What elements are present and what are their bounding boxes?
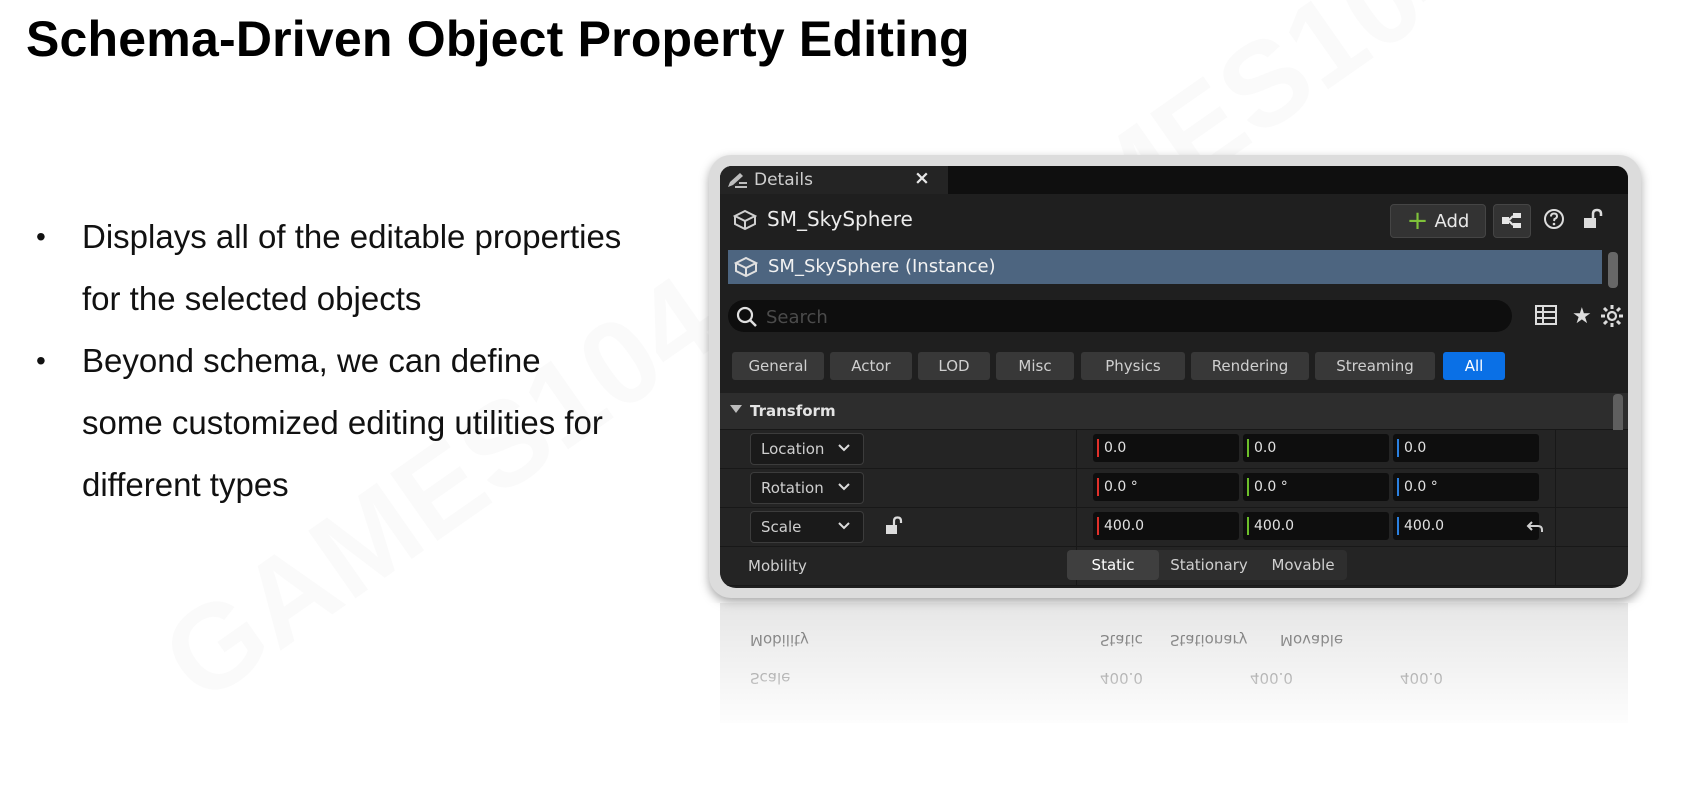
- plus-icon: +: [1406, 206, 1429, 236]
- dropdown-label: Scale: [761, 518, 802, 536]
- filter-misc[interactable]: Misc: [996, 352, 1074, 380]
- search-field[interactable]: [728, 300, 1512, 332]
- filter-streaming[interactable]: Streaming: [1315, 352, 1435, 380]
- bullet-text: for the selected objects: [82, 280, 422, 317]
- filter-all[interactable]: All: [1443, 352, 1505, 380]
- search-input[interactable]: [764, 303, 1498, 331]
- instance-label: SM_SkySphere (Instance): [768, 256, 996, 277]
- collapse-arrow-icon: [730, 405, 742, 413]
- scale-y-field[interactable]: 400.0: [1243, 512, 1389, 540]
- scale-x-field[interactable]: 400.0: [1093, 512, 1239, 540]
- bullet-text: different types: [82, 466, 289, 503]
- reset-arrow-icon[interactable]: [1526, 520, 1544, 534]
- chevron-down-icon: [838, 522, 850, 530]
- rotation-z-field[interactable]: 0.0 °: [1393, 473, 1539, 501]
- reflection-fade: [700, 603, 1660, 733]
- filter-rendering[interactable]: Rendering: [1191, 352, 1309, 380]
- add-button[interactable]: + Add: [1390, 204, 1486, 238]
- static-mesh-icon: [733, 209, 757, 231]
- filter-physics[interactable]: Physics: [1081, 352, 1185, 380]
- value-text: 0.0: [1254, 440, 1277, 456]
- bullet-dot: •: [36, 221, 46, 252]
- gear-icon[interactable]: [1600, 304, 1624, 328]
- bullet-item-1-cont: for the selected objects: [36, 268, 676, 330]
- scale-z-field[interactable]: 400.0: [1393, 512, 1539, 540]
- location-dropdown[interactable]: Location: [750, 433, 864, 465]
- value-text: 400.0: [1404, 518, 1445, 534]
- value-text: 0.0 °: [1254, 479, 1288, 495]
- value-text: 400.0: [1254, 518, 1295, 534]
- mobility-segmented-control: Static Stationary Movable: [1067, 550, 1347, 580]
- bullet-item-2-cont2: different types: [36, 454, 676, 516]
- filter-lod[interactable]: LOD: [918, 352, 990, 380]
- details-panel: Details × SM_SkySphere + Add SM_SkySpher…: [720, 166, 1628, 588]
- close-icon[interactable]: ×: [914, 167, 930, 189]
- static-mesh-icon: [734, 256, 758, 278]
- star-icon[interactable]: ★: [1572, 304, 1592, 329]
- rotation-x-field[interactable]: 0.0 °: [1093, 473, 1239, 501]
- chevron-down-icon: [838, 483, 850, 491]
- unlock-icon[interactable]: [884, 516, 906, 536]
- dropdown-label: Rotation: [761, 479, 824, 497]
- table-view-icon[interactable]: [1535, 305, 1557, 325]
- value-text: 0.0 °: [1404, 479, 1438, 495]
- section-label: Transform: [750, 402, 836, 420]
- bullet-item-1: • Displays all of the editable propertie…: [36, 206, 676, 268]
- value-text: 400.0: [1104, 518, 1145, 534]
- property-row-mobility: Mobility Static Stationary Movable: [720, 547, 1628, 586]
- add-label: Add: [1434, 210, 1470, 232]
- location-y-field[interactable]: 0.0: [1243, 434, 1389, 462]
- object-header: SM_SkySphere + Add: [720, 194, 1628, 246]
- bullet-item-2: • Beyond schema, we can define: [36, 330, 676, 392]
- mobility-label: Mobility: [748, 557, 807, 575]
- bullet-dot: •: [36, 345, 46, 376]
- mobility-option-stationary[interactable]: Stationary: [1159, 550, 1259, 580]
- dropdown-label: Location: [761, 440, 825, 458]
- filter-actor[interactable]: Actor: [830, 352, 912, 380]
- value-text: 0.0 °: [1104, 479, 1138, 495]
- tab-details[interactable]: Details ×: [720, 166, 948, 194]
- rotation-y-field[interactable]: 0.0 °: [1243, 473, 1389, 501]
- mobility-option-movable[interactable]: Movable: [1259, 550, 1347, 580]
- mobility-option-static[interactable]: Static: [1067, 550, 1159, 580]
- unlock-icon[interactable]: [1582, 208, 1606, 230]
- bullet-item-2-cont: some customized editing utilities for: [36, 392, 676, 454]
- location-z-field[interactable]: 0.0: [1393, 434, 1539, 462]
- property-row-location: Location 0.0 0.0 0.0: [720, 430, 1628, 469]
- chevron-down-icon: [838, 444, 850, 452]
- blueprint-icon: [1502, 213, 1521, 228]
- tab-strip: Details ×: [720, 166, 1628, 194]
- blueprint-button[interactable]: [1493, 204, 1531, 238]
- search-icon: [736, 306, 757, 327]
- scale-dropdown[interactable]: Scale: [750, 511, 864, 543]
- value-text: 0.0: [1104, 440, 1127, 456]
- tab-label: Details: [754, 170, 813, 190]
- property-row-rotation: Rotation 0.0 ° 0.0 ° 0.0 °: [720, 469, 1628, 508]
- filter-general[interactable]: General: [732, 352, 824, 380]
- location-x-field[interactable]: 0.0: [1093, 434, 1239, 462]
- object-name: SM_SkySphere: [767, 207, 913, 231]
- section-transform[interactable]: Transform: [720, 393, 1628, 430]
- slide-title: Schema-Driven Object Property Editing: [26, 11, 970, 67]
- rotation-dropdown[interactable]: Rotation: [750, 472, 864, 504]
- pencil-icon: [728, 173, 747, 188]
- bullet-text: some customized editing utilities for: [82, 404, 603, 441]
- instance-row[interactable]: SM_SkySphere (Instance): [728, 250, 1602, 284]
- bullet-text: Beyond schema, we can define: [82, 342, 541, 379]
- property-row-scale: Scale 400.0 400.0 400.0: [720, 508, 1628, 547]
- scrollbar-thumb[interactable]: [1608, 252, 1618, 288]
- bullet-list: • Displays all of the editable propertie…: [36, 206, 676, 516]
- value-text: 0.0: [1404, 440, 1427, 456]
- bullet-text: Displays all of the editable properties: [82, 218, 622, 255]
- help-icon[interactable]: [1543, 208, 1565, 230]
